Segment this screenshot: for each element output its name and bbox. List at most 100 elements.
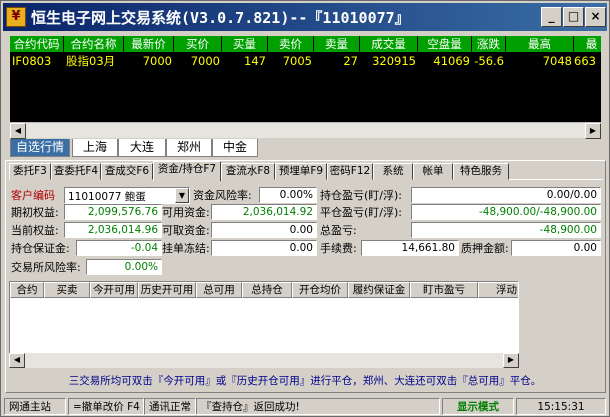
quote-cell-code: IF0803: [12, 54, 52, 68]
positions-header-row: 合约 买卖 今开可用 历史开可用 总可用 总持仓 开仓均价 履约保证金 盯市盈亏…: [10, 282, 518, 298]
quote-cell-openint: 41069: [433, 54, 470, 68]
position-margin-label: 持仓保证金:: [11, 242, 70, 255]
status-hint: =撤单改价 F4: [68, 398, 144, 415]
positions-side-pane: [519, 281, 601, 367]
chevron-down-icon[interactable]: ▼: [175, 188, 189, 203]
fund-risk-label: 资金风险率:: [193, 189, 252, 202]
tab-query-orders[interactable]: 查委托F4: [51, 163, 101, 180]
positions-header-hist-avail[interactable]: 历史开可用: [138, 282, 196, 298]
quote-header-last[interactable]: 最新价: [124, 36, 174, 52]
positions-header-today-avail[interactable]: 今开可用: [90, 282, 138, 298]
quote-header-name[interactable]: 合约名称: [64, 36, 124, 52]
display-mode-button[interactable]: 显示模式: [442, 398, 514, 415]
quote-table[interactable]: 合约代码 合约名称 最新价 买价 买量 卖价 卖量 成交量 空盘量 涨跌 最高 …: [10, 36, 601, 122]
quote-header-openint[interactable]: 空盘量: [418, 36, 472, 52]
tab-query-flow[interactable]: 查流水F8: [221, 163, 275, 180]
positions-header-total-pos[interactable]: 总持仓: [242, 282, 292, 298]
client-code-value: 11010077 鲍蛋: [68, 191, 146, 203]
status-message: 『查持仓』返回成功!: [196, 398, 440, 415]
quote-cell-high: 7048: [542, 54, 572, 68]
positions-header-mtm-pl[interactable]: 盯市盈亏: [410, 282, 478, 298]
positions-header-contract[interactable]: 合约: [10, 282, 44, 298]
quote-header-change[interactable]: 涨跌: [472, 36, 506, 52]
position-pl-label: 持仓盈亏(盯/浮):: [320, 189, 402, 202]
tab-funds-positions[interactable]: 资金/持仓F7: [153, 161, 221, 181]
quote-header-ask[interactable]: 卖价: [268, 36, 314, 52]
close-pl-label: 平仓盈亏(盯/浮):: [320, 206, 402, 219]
tab-special-services[interactable]: 特色服务: [453, 163, 509, 180]
quote-cell-askvol: 27: [343, 54, 358, 68]
minimize-button[interactable]: _: [541, 7, 562, 27]
withdrawable-label: 可取资金:: [162, 224, 210, 237]
quote-header-low[interactable]: 最: [574, 36, 601, 52]
quote-cell-bid: 7000: [190, 54, 220, 68]
tab-cffex[interactable]: 中金: [212, 139, 258, 157]
initial-equity-value: 2,099,576.76: [64, 204, 162, 220]
tab-statement[interactable]: 帐单: [413, 163, 453, 180]
position-margin-value: -0.04: [76, 240, 162, 256]
maximize-button[interactable]: □: [563, 7, 584, 27]
quote-cell-change: -56.6: [474, 54, 504, 68]
scroll-left-icon[interactable]: ◀: [10, 123, 26, 139]
pledge-amount-value: 0.00: [511, 240, 601, 256]
tab-order[interactable]: 委托F3: [9, 163, 51, 180]
close-button[interactable]: ×: [585, 7, 606, 27]
tab-preset-orders[interactable]: 预埋单F9: [275, 163, 327, 180]
quote-header-askvol[interactable]: 卖量: [314, 36, 360, 52]
main-window: ¥ 恒生电子网上交易系统(V3.0.7.821)--『11010077』 _ □…: [0, 0, 610, 417]
quote-row[interactable]: IF0803 股指03月 7000 7000 147 7005 27 32091…: [10, 53, 601, 69]
position-pl-value: 0.00/0.00: [411, 187, 601, 203]
tab-shanghai[interactable]: 上海: [72, 139, 118, 157]
tab-system[interactable]: 系统: [373, 163, 413, 180]
quote-cell-bidvol: 147: [244, 54, 266, 68]
status-bar: 网通主站 =撤单改价 F4 通讯正常 『查持仓』返回成功! 显示模式 15:15…: [4, 398, 608, 415]
quote-horizontal-scrollbar[interactable]: ◀ ▶: [10, 122, 601, 139]
client-code-label: 客户编码: [11, 189, 55, 202]
market-tabs: 自选行情 上海 大连 郑州 中金: [10, 139, 601, 157]
fee-label: 手续费:: [320, 242, 357, 255]
app-logo-icon: ¥: [6, 7, 26, 27]
total-pl-value: -48,900.00: [411, 222, 601, 238]
scroll-right-icon[interactable]: ▶: [585, 123, 601, 139]
quote-cell-name: 股指03月: [66, 54, 116, 68]
scroll-left-icon[interactable]: ◀: [9, 353, 25, 368]
quote-header-bid[interactable]: 买价: [174, 36, 222, 52]
total-pl-label: 总盈亏:: [320, 224, 357, 237]
quote-header-high[interactable]: 最高: [506, 36, 574, 52]
quote-header-row: 合约代码 合约名称 最新价 买价 买量 卖价 卖量 成交量 空盘量 涨跌 最高 …: [10, 36, 601, 52]
function-tabs: 委托F3 查委托F4 查成交F6 资金/持仓F7 查流水F8 预埋单F9 密码F…: [9, 161, 603, 181]
quote-header-volume[interactable]: 成交量: [360, 36, 418, 52]
title-bar[interactable]: ¥ 恒生电子网上交易系统(V3.0.7.821)--『11010077』 _ □…: [3, 3, 607, 31]
quote-cell-ask: 7005: [282, 54, 312, 68]
current-equity-label: 当前权益:: [11, 224, 59, 237]
status-clock: 15:15:31: [516, 398, 606, 415]
close-pl-value: -48,900.00/-48,900.00: [411, 204, 601, 220]
client-code-combo[interactable]: 11010077 鲍蛋 ▼: [64, 187, 190, 204]
positions-header-margin[interactable]: 履约保证金: [348, 282, 410, 298]
tab-password[interactable]: 密码F12: [327, 163, 373, 180]
available-funds-value: 2,036,014.92: [211, 204, 317, 220]
positions-header-total-avail[interactable]: 总可用: [196, 282, 242, 298]
positions-header-side[interactable]: 买卖: [44, 282, 90, 298]
tab-query-trades[interactable]: 查成交F6: [101, 163, 153, 180]
positions-header-avg-price[interactable]: 开仓均价: [292, 282, 348, 298]
tab-dalian[interactable]: 大连: [118, 139, 166, 157]
positions-header-float[interactable]: 浮动: [478, 282, 518, 298]
quote-cell-low: 663: [574, 54, 596, 68]
pledge-amount-label: 质押金额:: [461, 242, 509, 255]
fund-risk-value: 0.00%: [259, 187, 317, 203]
status-connection: 通讯正常: [144, 398, 196, 415]
positions-horizontal-scrollbar[interactable]: ◀ ▶: [9, 353, 519, 368]
quote-header-bidvol[interactable]: 买量: [222, 36, 268, 52]
scroll-right-icon[interactable]: ▶: [503, 353, 519, 368]
quote-cell-volume: 320915: [372, 54, 416, 68]
order-frozen-label: 挂单冻结:: [162, 242, 210, 255]
exchange-risk-value: 0.00%: [86, 259, 162, 275]
tab-zhengzhou[interactable]: 郑州: [166, 139, 212, 157]
available-funds-label: 可用资金:: [162, 206, 210, 219]
quote-cell-last: 7000: [142, 54, 172, 68]
tab-watchlist[interactable]: 自选行情: [10, 139, 70, 157]
current-equity-value: 2,036,014.96: [64, 222, 162, 238]
quote-header-code[interactable]: 合约代码: [10, 36, 64, 52]
initial-equity-label: 期初权益:: [11, 206, 59, 219]
